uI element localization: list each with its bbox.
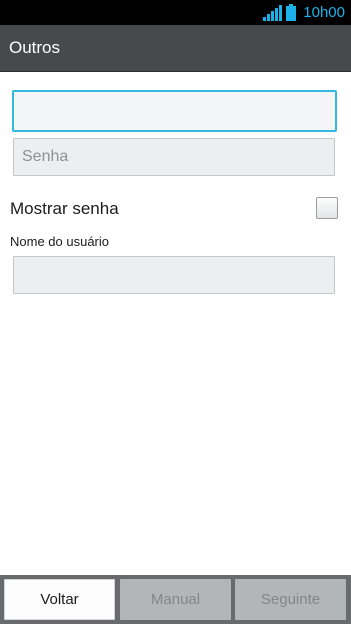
battery-icon [286, 4, 297, 21]
title-bar: Outros [0, 25, 351, 72]
password-field[interactable] [13, 138, 335, 176]
back-button[interactable]: Voltar [4, 579, 115, 620]
page-title: Outros [9, 38, 61, 57]
status-clock: 10h00 [303, 4, 345, 21]
signal-bars-icon [263, 5, 283, 21]
username-label: Nome do usuário [10, 234, 109, 249]
bottom-button-bar: Voltar Manual Seguinte [0, 575, 351, 624]
username-field[interactable] [13, 256, 335, 294]
status-icons: 10h00 [263, 3, 345, 22]
next-button[interactable]: Seguinte [235, 579, 346, 620]
show-password-label: Mostrar senha [10, 199, 119, 218]
show-password-checkbox[interactable] [316, 197, 338, 219]
manual-button[interactable]: Manual [120, 579, 231, 620]
first-input-field[interactable] [12, 90, 337, 132]
status-bar: 10h00 [0, 0, 351, 25]
